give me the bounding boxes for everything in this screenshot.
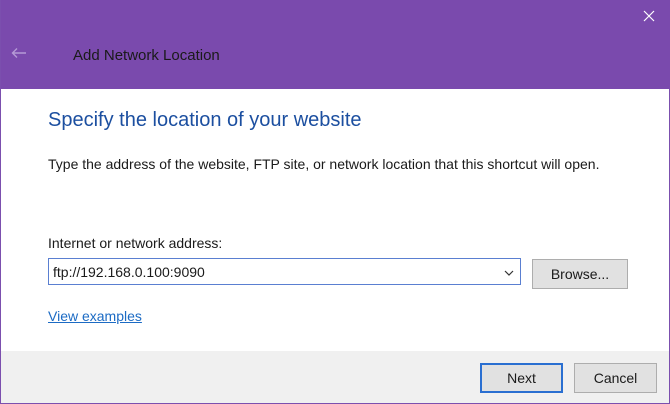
page-heading: Specify the location of your website: [48, 109, 362, 131]
dialog-content: Specify the location of your website Typ…: [1, 89, 669, 351]
view-examples-link[interactable]: View examples: [48, 308, 142, 324]
title-bar: Add Network Location: [1, 0, 670, 89]
address-combobox[interactable]: [48, 258, 521, 285]
instruction-text: Type the address of the website, FTP sit…: [48, 156, 600, 172]
address-input[interactable]: [49, 259, 498, 284]
window-title: Add Network Location: [73, 47, 220, 64]
dialog-footer: [1, 351, 669, 403]
cancel-button[interactable]: Cancel: [574, 363, 657, 393]
close-icon: [643, 9, 655, 27]
address-dropdown-button[interactable]: [498, 259, 520, 284]
browse-button[interactable]: Browse...: [532, 259, 628, 289]
add-network-location-dialog: Add Network Location Specify the locatio…: [0, 0, 670, 404]
address-label: Internet or network address:: [48, 235, 223, 251]
back-button[interactable]: [7, 43, 31, 67]
next-button[interactable]: Next: [480, 363, 563, 393]
close-button[interactable]: [639, 8, 659, 28]
back-arrow-icon: [11, 46, 27, 64]
chevron-down-icon: [504, 263, 514, 281]
